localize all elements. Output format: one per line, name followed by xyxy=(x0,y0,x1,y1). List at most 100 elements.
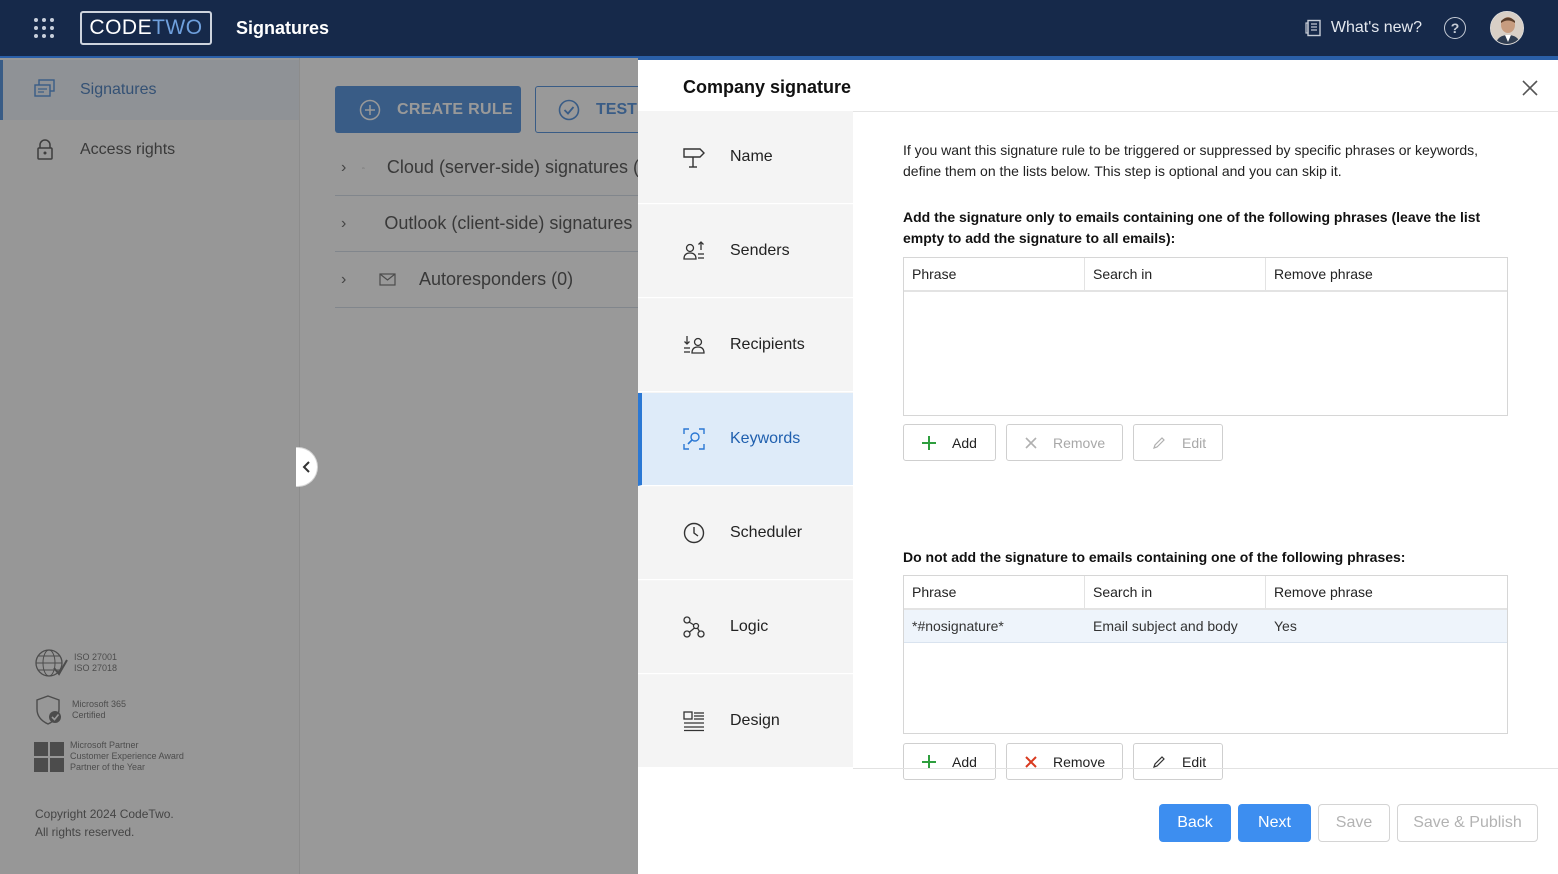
table-header: Phrase Search in Remove phrase xyxy=(904,576,1507,610)
include-actions: Add Remove Edit xyxy=(903,424,1233,461)
keywords-icon xyxy=(683,428,705,450)
button-label: Remove xyxy=(1053,434,1106,451)
plus-circle-icon xyxy=(359,99,381,120)
close-icon[interactable] xyxy=(1520,78,1540,98)
help-icon[interactable]: ? xyxy=(1444,17,1466,39)
step-label: Senders xyxy=(730,242,790,259)
test-label: TEST xyxy=(596,100,637,118)
include-edit-button[interactable]: Edit xyxy=(1133,424,1223,461)
globe-check-icon xyxy=(35,649,68,677)
include-section-title: Add the signature only to emails contain… xyxy=(903,209,1481,246)
plus-icon xyxy=(922,754,936,769)
create-rule-label: CREATE RULE xyxy=(397,100,513,118)
microsoft-365-certification: Microsoft 365 Certified xyxy=(34,694,126,726)
column-header-phrase[interactable]: Phrase xyxy=(904,576,1085,608)
avatar[interactable] xyxy=(1490,11,1524,45)
whats-new-link[interactable]: What's new? xyxy=(1305,19,1422,37)
button-label: Edit xyxy=(1182,434,1207,451)
column-header-search-in[interactable]: Search in xyxy=(1085,258,1266,290)
cert-line: ISO 27001 xyxy=(74,652,118,662)
step-logic[interactable]: Logic xyxy=(638,581,853,674)
intro-text: If you want this signature rule to be tr… xyxy=(903,142,1479,179)
save-button[interactable]: Save xyxy=(1318,804,1390,842)
check-circle-icon xyxy=(558,99,580,120)
x-icon xyxy=(1025,436,1037,449)
wizard-steps: Name Senders Recipients Keywords Schedul… xyxy=(638,111,853,768)
news-icon xyxy=(1305,19,1321,37)
step-label: Keywords xyxy=(730,430,801,447)
cell-search-in: Email subject and body xyxy=(1093,618,1238,634)
microsoft-partner-award: Microsoft Partner Customer Experience Awa… xyxy=(34,740,184,773)
signatures-icon xyxy=(34,79,55,97)
sidebar-item-signatures[interactable]: Signatures xyxy=(0,60,299,120)
chevron-left-icon xyxy=(302,461,310,473)
wizard-footer: Back Next Save Save & Publish xyxy=(1152,804,1538,842)
step-design[interactable]: Design xyxy=(638,675,853,768)
step-keywords[interactable]: Keywords xyxy=(638,393,853,486)
exclude-phrases-table[interactable]: Phrase Search in Remove phrase *#nosigna… xyxy=(903,575,1508,734)
senders-icon xyxy=(683,241,704,260)
sidebar-item-label: Access rights xyxy=(80,141,176,158)
x-icon xyxy=(1025,755,1037,768)
copyright-line: Copyright 2024 CodeTwo. xyxy=(35,807,174,821)
group-cloud-signatures[interactable]: › Cloud (server-side) signatures (1) xyxy=(335,140,655,196)
step-recipients[interactable]: Recipients xyxy=(638,299,853,392)
cert-line: Certified xyxy=(72,710,106,720)
cloud-icon xyxy=(362,166,365,169)
step-senders[interactable]: Senders xyxy=(638,205,853,298)
whats-new-label: What's new? xyxy=(1330,19,1422,36)
column-header-remove-phrase[interactable]: Remove phrase xyxy=(1266,258,1507,290)
recipients-icon xyxy=(684,336,705,354)
logo-text-two: TWO xyxy=(152,16,203,39)
step-name[interactable]: Name xyxy=(638,111,853,204)
save-publish-button[interactable]: Save & Publish xyxy=(1397,804,1538,842)
cert-line: Microsoft Partner xyxy=(70,740,139,750)
chevron-right-icon: › xyxy=(341,270,347,288)
column-header-phrase[interactable]: Phrase xyxy=(904,258,1085,290)
plus-icon xyxy=(922,435,936,450)
back-button[interactable]: Back xyxy=(1159,804,1231,842)
cell-remove-phrase: Yes xyxy=(1274,618,1297,634)
user-photo xyxy=(1491,12,1523,44)
rule-editor-panel: Company signature Name Senders Recipient… xyxy=(638,58,1558,874)
chevron-right-icon: › xyxy=(341,214,347,232)
button-label: Add xyxy=(952,434,977,451)
codetwo-logo[interactable]: CODE TWO xyxy=(80,11,212,45)
divider xyxy=(853,111,1558,112)
next-button[interactable]: Next xyxy=(1238,804,1311,842)
panel-title: Company signature xyxy=(683,77,852,97)
cert-line: Partner of the Year xyxy=(70,762,146,772)
exclude-add-button[interactable]: Add xyxy=(903,743,996,780)
create-rule-button[interactable]: CREATE RULE xyxy=(335,86,521,133)
column-header-search-in[interactable]: Search in xyxy=(1085,576,1266,608)
signpost-icon xyxy=(683,148,705,168)
include-add-button[interactable]: Add xyxy=(903,424,996,461)
app-title: Signatures xyxy=(236,17,330,38)
chevron-right-icon: › xyxy=(341,158,347,176)
step-label: Logic xyxy=(730,618,769,635)
lock-icon xyxy=(37,139,53,160)
exclude-actions: Add Remove Edit xyxy=(903,743,1233,780)
app-launcher-button[interactable] xyxy=(0,0,88,56)
group-outlook-signatures[interactable]: › Outlook (client-side) signatures (0) xyxy=(335,196,655,252)
table-header: Phrase Search in Remove phrase xyxy=(904,258,1507,292)
cert-line: ISO 27018 xyxy=(74,663,118,673)
exclude-remove-button[interactable]: Remove xyxy=(1006,743,1123,780)
table-row[interactable]: *#nosignature* Email subject and body Ye… xyxy=(904,610,1507,643)
pencil-icon xyxy=(1153,755,1165,768)
design-icon xyxy=(683,711,704,732)
group-autoresponders[interactable]: › Autoresponders (0) xyxy=(335,252,655,308)
iso-certification: ISO 27001 ISO 27018 xyxy=(34,648,117,678)
exclude-edit-button[interactable]: Edit xyxy=(1133,743,1223,780)
cell-phrase: *#nosignature* xyxy=(912,618,1004,634)
column-header-remove-phrase[interactable]: Remove phrase xyxy=(1266,576,1507,608)
step-scheduler[interactable]: Scheduler xyxy=(638,487,853,580)
sidebar-item-access-rights[interactable]: Access rights xyxy=(0,120,299,180)
include-remove-button[interactable]: Remove xyxy=(1006,424,1123,461)
cert-line: Microsoft 365 xyxy=(72,699,127,709)
top-bar: CODE TWO Signatures What's new? ? xyxy=(0,0,1558,58)
grid-dots-icon xyxy=(34,18,54,38)
group-label: Cloud (server-side) signatures (1) xyxy=(386,157,655,177)
group-label: Autoresponders (0) xyxy=(419,269,574,289)
include-phrases-table[interactable]: Phrase Search in Remove phrase xyxy=(903,257,1508,416)
